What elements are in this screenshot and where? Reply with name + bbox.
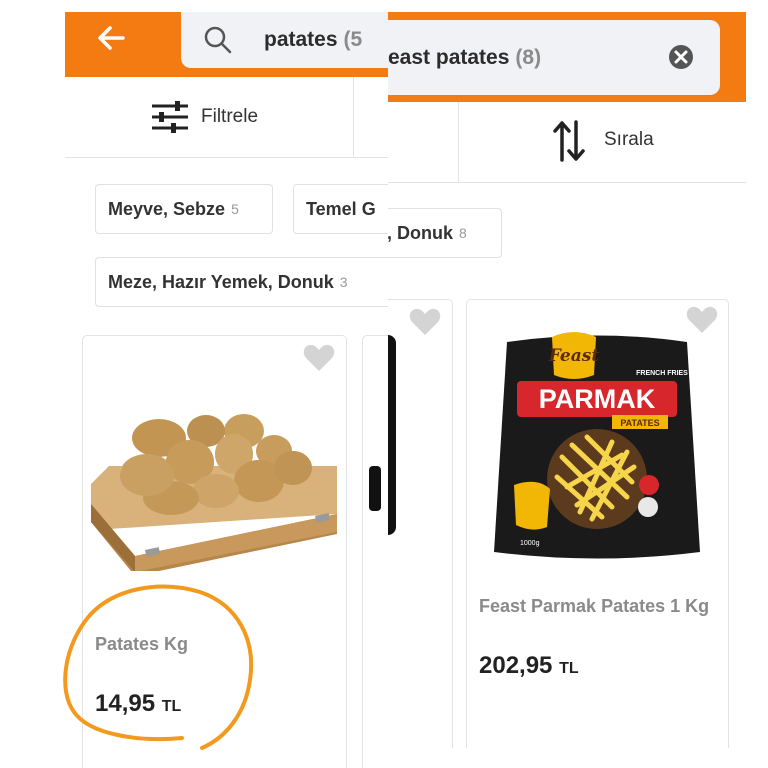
price-currency: TL bbox=[161, 698, 182, 715]
prev-card-image-edge bbox=[388, 335, 396, 535]
sort-toolbar: Sırala bbox=[388, 102, 746, 183]
favorite-heart-icon[interactable] bbox=[409, 308, 441, 336]
prev-card-edge bbox=[388, 299, 453, 748]
chip-count: 3 bbox=[339, 274, 348, 290]
favorite-heart-icon[interactable] bbox=[303, 344, 335, 372]
price-value: 14,95 bbox=[95, 690, 156, 717]
next-card-image-edge bbox=[369, 466, 381, 511]
sort-arrows-icon bbox=[553, 120, 585, 162]
bag-subtitle-text: FRENCH FRIES bbox=[636, 370, 688, 377]
clear-search-icon[interactable] bbox=[668, 44, 694, 70]
filter-button[interactable]: Filtrele bbox=[145, 97, 295, 137]
product-name: Patates Kg bbox=[95, 634, 189, 654]
search-query: patates bbox=[264, 28, 338, 51]
chip-label: Meyve, Sebze bbox=[108, 198, 226, 219]
search-result-count: (8) bbox=[515, 45, 542, 69]
search-header: east patates (8) bbox=[388, 12, 746, 102]
category-chip-temel[interactable]: Temel G bbox=[293, 184, 388, 234]
product-price: 14,95 TL bbox=[95, 690, 181, 718]
chip-label: k, Donuk bbox=[388, 222, 454, 243]
product-price: 202,95 TL bbox=[479, 652, 579, 680]
search-input[interactable]: patates (5 bbox=[181, 12, 388, 68]
search-result-count: (5 bbox=[343, 28, 363, 51]
back-button[interactable] bbox=[93, 20, 129, 56]
sort-label: Sırala bbox=[604, 129, 654, 150]
toolbar-divider bbox=[353, 77, 354, 157]
bag-title-text: PARMAK bbox=[539, 384, 656, 414]
bag-weight-text: 1000g bbox=[520, 540, 540, 547]
chip-label: Temel G bbox=[306, 198, 376, 219]
product-card-patates[interactable]: Patates Kg 14,95 TL bbox=[82, 335, 347, 768]
product-name: Feast Parmak Patates 1 Kg bbox=[479, 596, 710, 616]
search-input[interactable]: east patates (8) bbox=[388, 20, 720, 95]
chip-count: 5 bbox=[231, 201, 239, 217]
search-query: east patates bbox=[388, 45, 510, 69]
price-value: 202,95 bbox=[479, 652, 553, 679]
price-currency: TL bbox=[559, 660, 579, 677]
category-chip-donuk[interactable]: k, Donuk 8 bbox=[388, 208, 502, 258]
back-arrow-icon bbox=[98, 26, 125, 50]
toolbar-divider bbox=[458, 102, 459, 182]
chip-count: 8 bbox=[459, 225, 467, 241]
filter-sliders-icon bbox=[152, 101, 188, 133]
search-header: patates (5 bbox=[65, 12, 388, 77]
potato-crate-image bbox=[91, 414, 337, 571]
sort-button[interactable]: Sırala bbox=[548, 118, 678, 164]
bag-brand-text: Feast bbox=[548, 346, 600, 366]
right-screenshot: east patates (8) Sırala k, Donuk 8 bbox=[388, 12, 746, 748]
category-chip-meze-donuk[interactable]: Meze, Hazır Yemek, Donuk 3 bbox=[95, 257, 388, 307]
bag-ribbon-text: PATATES bbox=[620, 418, 659, 428]
product-card-feast-parmak[interactable]: Feast FRENCH FRIES PARMAK PATATES 1000g … bbox=[466, 299, 729, 748]
category-chip-meyve-sebze[interactable]: Meyve, Sebze 5 bbox=[95, 184, 273, 234]
next-card-edge bbox=[362, 335, 388, 768]
fries-bag-image: Feast FRENCH FRIES PARMAK PATATES 1000g bbox=[494, 332, 700, 559]
chip-label: Meze, Hazır Yemek, Donuk bbox=[108, 271, 334, 292]
filter-label: Filtrele bbox=[201, 106, 259, 127]
left-screenshot: patates (5 Filtrele Meyve, Sebze 5 Temel … bbox=[65, 12, 388, 768]
filter-toolbar: Filtrele bbox=[65, 77, 388, 158]
search-icon bbox=[204, 26, 232, 54]
